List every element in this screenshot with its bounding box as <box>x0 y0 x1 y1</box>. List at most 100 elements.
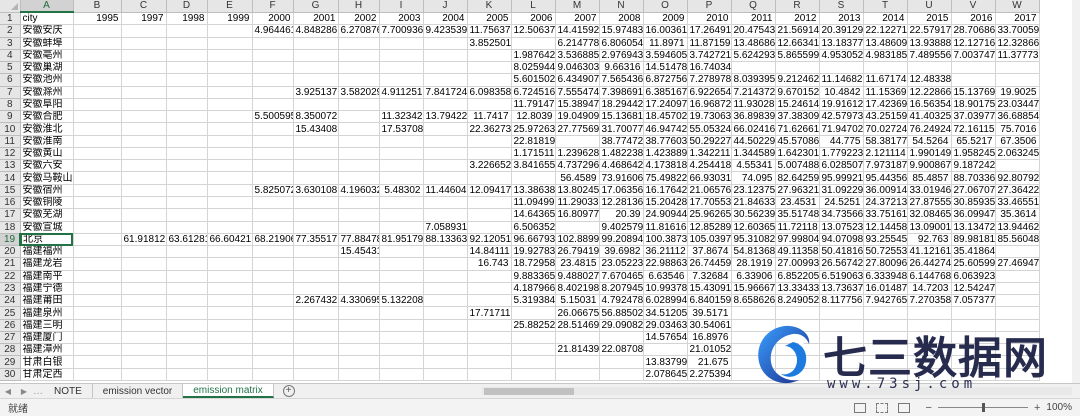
cell-h22[interactable] <box>338 270 380 283</box>
cell-a4[interactable]: 安徽亳州 <box>20 49 74 63</box>
cell-g23[interactable] <box>293 282 339 296</box>
cell-e13[interactable] <box>207 159 253 173</box>
cell-r21[interactable]: 27.00993 <box>775 257 820 271</box>
cell-a6[interactable]: 安徽池州 <box>20 73 74 87</box>
cell-h27[interactable] <box>338 331 380 345</box>
cell-o28[interactable] <box>643 343 688 357</box>
cell-m12[interactable]: 1.239628 <box>555 147 600 161</box>
row-header[interactable]: 24 <box>0 294 21 308</box>
cell-m6[interactable]: 6.434907 <box>555 73 600 87</box>
cell-l10[interactable]: 25.97263 <box>511 122 556 136</box>
cell-v3[interactable]: 12.12716 <box>951 37 996 50</box>
cell-s10[interactable]: 71.94702 <box>819 122 864 136</box>
cell-t23[interactable]: 16.01487 <box>863 282 908 296</box>
cell-v8[interactable]: 18.90175 <box>951 98 996 112</box>
horizontal-scroll-thumb[interactable] <box>484 388 574 395</box>
cell-a16[interactable]: 安徽铜陵 <box>20 196 74 210</box>
cell-j29[interactable] <box>423 355 468 369</box>
cell-q24[interactable]: 8.658626 <box>731 294 776 308</box>
cell-g13[interactable] <box>293 159 339 173</box>
cell-q15[interactable]: 23.12375 <box>731 184 776 197</box>
cell-q10[interactable]: 66.02416 <box>731 122 776 136</box>
cell-i14[interactable] <box>379 171 424 185</box>
cell-j5[interactable] <box>423 61 468 75</box>
cell-d7[interactable] <box>166 86 208 99</box>
cell-c3[interactable] <box>121 37 167 50</box>
cell-l12[interactable]: 1.171511 <box>511 147 556 161</box>
cell-w19[interactable]: 85.56048 <box>995 233 1040 247</box>
cell-n3[interactable]: 6.806054 <box>599 37 644 50</box>
cell-t7[interactable]: 11.15369 <box>863 86 908 99</box>
column-header-w[interactable]: W <box>995 0 1040 13</box>
cell-u15[interactable]: 33.01946 <box>907 184 952 197</box>
cell-n10[interactable]: 31.70077 <box>599 122 644 136</box>
cell-t3[interactable]: 13.48609 <box>863 37 908 50</box>
row-header[interactable]: 7 <box>0 86 21 99</box>
cell-p5[interactable]: 16.74034 <box>687 61 732 75</box>
cell-d16[interactable] <box>166 196 208 210</box>
cell-n17[interactable]: 20.39 <box>599 208 644 222</box>
column-header-s[interactable]: S <box>819 0 864 13</box>
row-header[interactable]: 18 <box>0 221 21 234</box>
cell-j13[interactable] <box>423 159 468 173</box>
row-header[interactable]: 27 <box>0 331 21 345</box>
cell-e23[interactable] <box>207 282 253 296</box>
cell-a7[interactable]: 安徽滁州 <box>20 86 74 99</box>
cell-d24[interactable] <box>166 294 208 308</box>
cell-a27[interactable]: 福建厦门 <box>20 331 74 345</box>
cell-u26[interactable] <box>907 319 952 332</box>
cell-l24[interactable]: 5.319384 <box>511 294 556 308</box>
cell-o17[interactable]: 24.90944 <box>643 208 688 222</box>
cell-d17[interactable] <box>166 208 208 222</box>
cell-g21[interactable] <box>293 257 339 271</box>
cell-m22[interactable]: 9.488027 <box>555 270 600 283</box>
column-header-a[interactable]: A <box>20 0 74 14</box>
zoom-level[interactable]: 100% <box>1046 402 1072 413</box>
cell-p21[interactable]: 26.74459 <box>687 257 732 271</box>
cell-e25[interactable] <box>207 306 253 320</box>
cell-b22[interactable] <box>73 270 122 283</box>
cell-i28[interactable] <box>379 343 424 357</box>
cell-b17[interactable] <box>73 208 122 222</box>
cell-u11[interactable]: 54.5264 <box>907 135 952 148</box>
cell-g30[interactable] <box>293 368 339 381</box>
cell-c26[interactable] <box>121 319 167 332</box>
cell-p16[interactable]: 17.70553 <box>687 196 732 210</box>
cell-s1[interactable]: 2013 <box>819 12 864 26</box>
cell-t1[interactable]: 2014 <box>863 12 908 26</box>
cell-v6[interactable] <box>951 73 996 87</box>
cell-e5[interactable] <box>207 61 253 75</box>
cell-n24[interactable]: 4.792478 <box>599 294 644 308</box>
cell-a2[interactable]: 安徽安庆 <box>20 24 74 38</box>
cell-l3[interactable] <box>511 37 556 50</box>
cell-j25[interactable] <box>423 306 468 320</box>
cell-g12[interactable] <box>293 147 339 161</box>
cell-j19[interactable]: 88.13363 <box>423 233 468 247</box>
row-header[interactable]: 30 <box>0 368 21 381</box>
cell-h1[interactable]: 2002 <box>338 12 380 26</box>
cell-s3[interactable]: 13.18377 <box>819 37 864 50</box>
cell-g4[interactable] <box>293 49 339 63</box>
cell-q28[interactable] <box>731 343 776 357</box>
cell-p17[interactable]: 25.96265 <box>687 208 732 222</box>
cell-t28[interactable] <box>863 343 908 357</box>
cell-e15[interactable] <box>207 184 253 197</box>
tab-emission-vector[interactable]: emission vector <box>93 384 184 398</box>
cell-w16[interactable]: 33.46551 <box>995 196 1040 210</box>
cell-d18[interactable] <box>166 221 208 234</box>
cell-o6[interactable]: 6.872756 <box>643 73 688 87</box>
column-header-d[interactable]: D <box>166 0 208 13</box>
cell-i21[interactable] <box>379 257 424 271</box>
cell-f7[interactable] <box>252 86 294 99</box>
cell-h25[interactable] <box>338 306 380 320</box>
cell-o8[interactable]: 17.24097 <box>643 98 688 112</box>
cell-e24[interactable] <box>207 294 253 308</box>
cell-o5[interactable]: 14.51478 <box>643 61 688 75</box>
column-header-c[interactable]: C <box>121 0 167 13</box>
cell-d20[interactable] <box>166 245 208 259</box>
cell-o25[interactable]: 34.51205 <box>643 306 688 320</box>
cell-r15[interactable]: 27.96321 <box>775 184 820 197</box>
tab-overflow-icon[interactable]: … <box>32 384 44 398</box>
cell-u14[interactable]: 85.4857 <box>907 171 952 185</box>
cell-i27[interactable] <box>379 331 424 345</box>
